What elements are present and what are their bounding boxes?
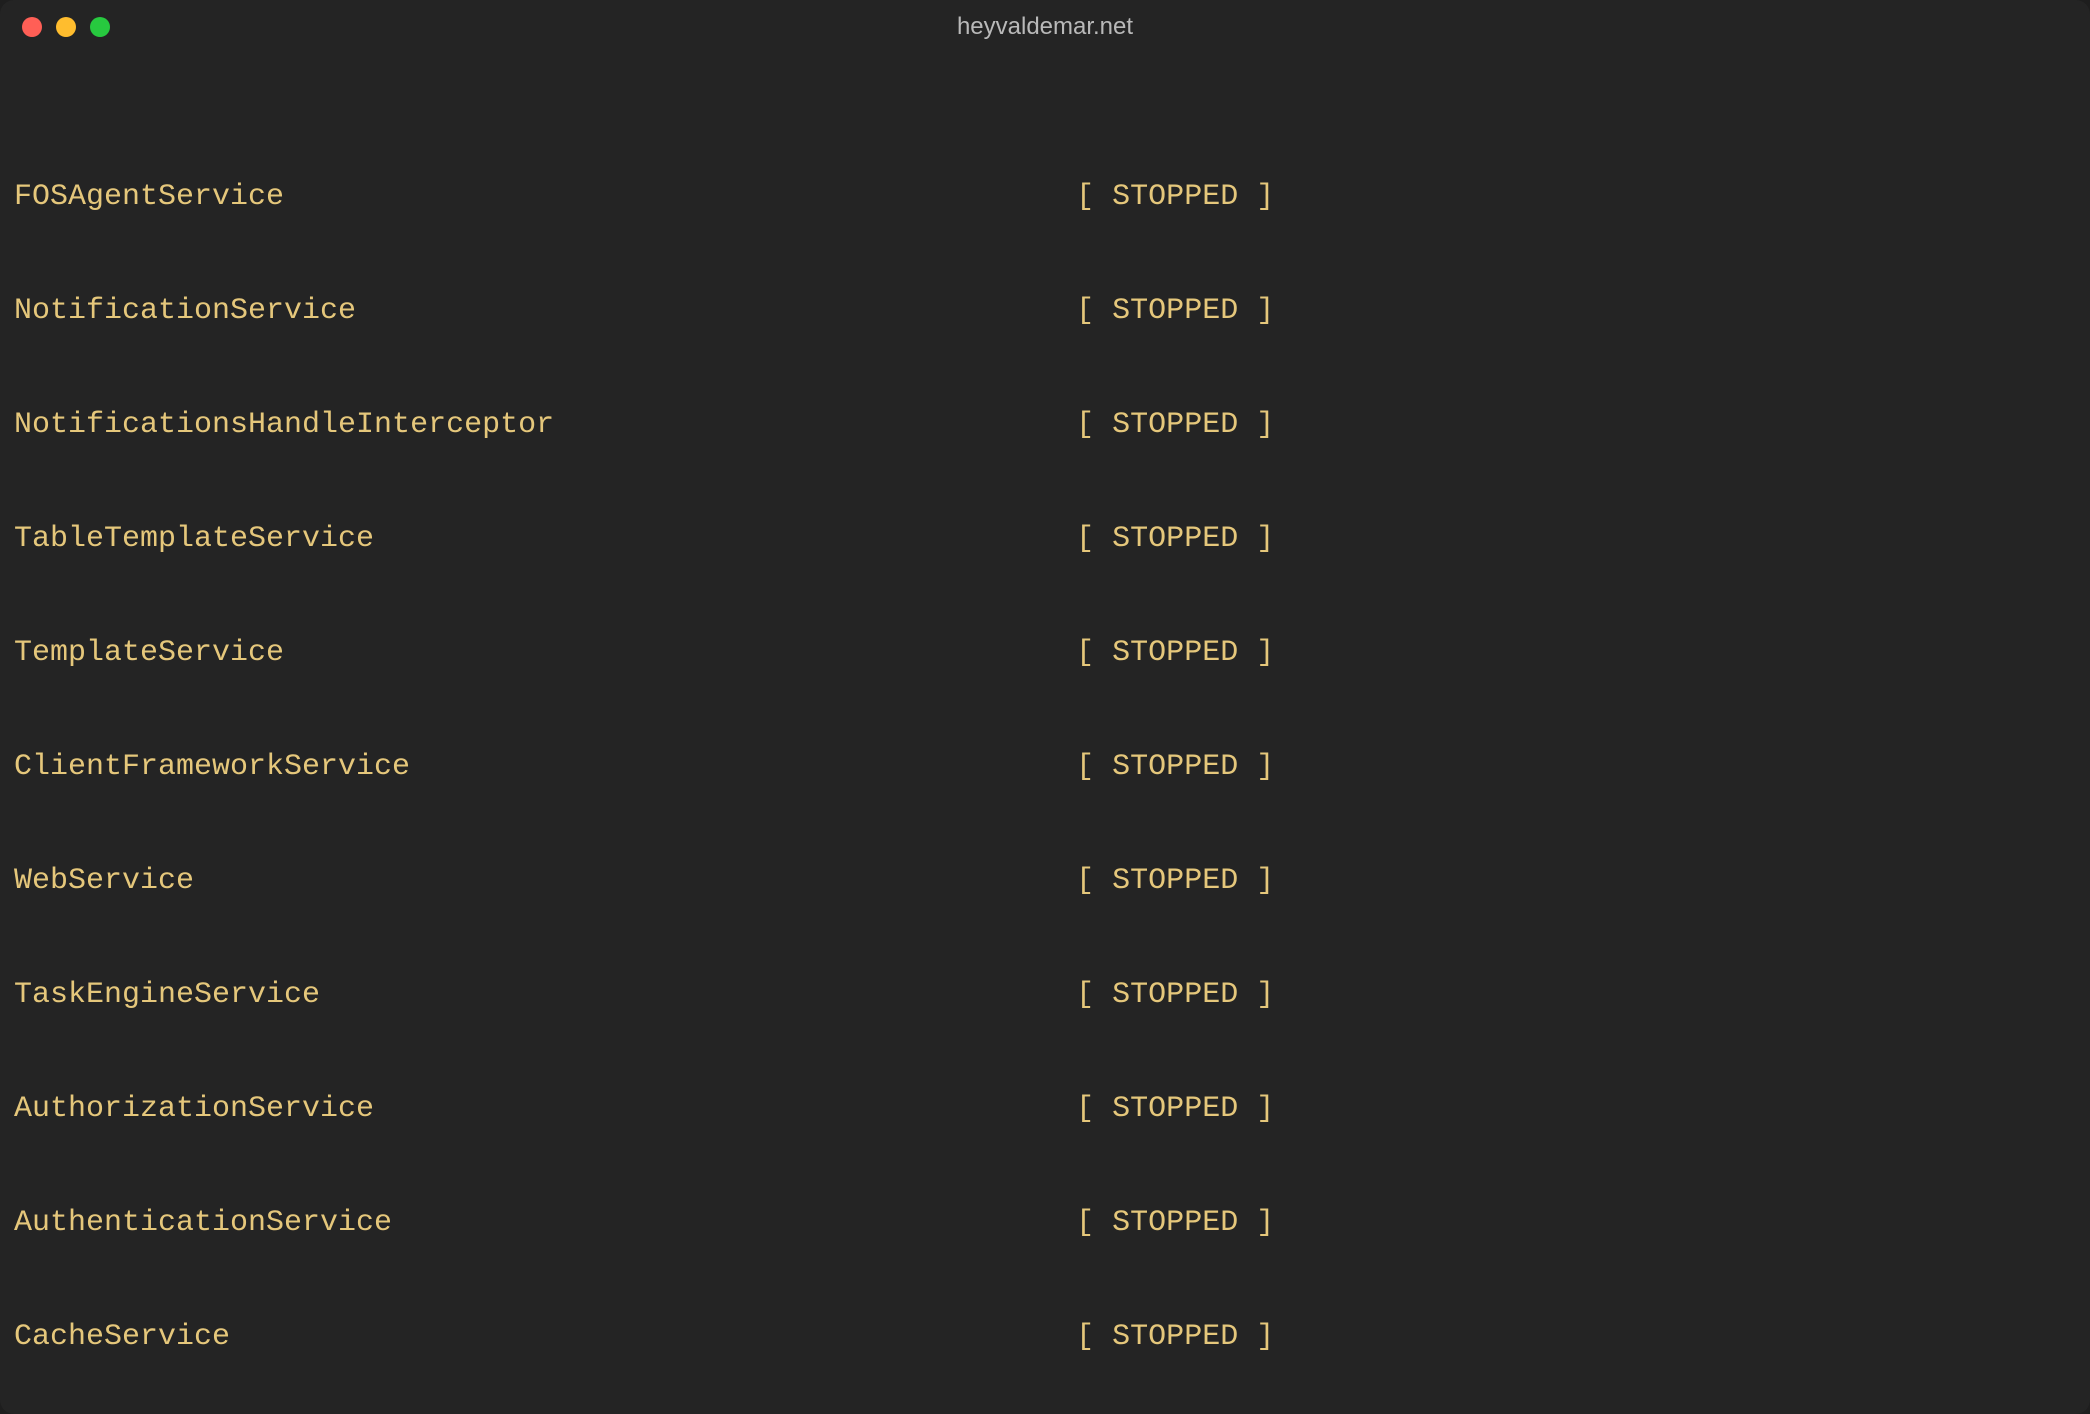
service-status: [ STOPPED ] bbox=[1076, 634, 1274, 672]
terminal-output[interactable]: FOSAgentService[ STOPPED ] NotificationS… bbox=[0, 54, 2090, 1414]
service-status-row: FOSAgentService[ STOPPED ] bbox=[14, 178, 2076, 216]
service-status: [ STOPPED ] bbox=[1076, 406, 1274, 444]
service-status: [ STOPPED ] bbox=[1076, 1090, 1274, 1128]
service-status-row: WebService[ STOPPED ] bbox=[14, 862, 2076, 900]
service-status: [ STOPPED ] bbox=[1076, 1204, 1274, 1242]
service-status-row: TaskEngineService[ STOPPED ] bbox=[14, 976, 2076, 1014]
service-status-row: AuthenticationService[ STOPPED ] bbox=[14, 1204, 2076, 1242]
service-status-row: ClientFrameworkService[ STOPPED ] bbox=[14, 748, 2076, 786]
service-status-row: CacheService[ STOPPED ] bbox=[14, 1318, 2076, 1356]
service-status-row: NotificationsHandleInterceptor[ STOPPED … bbox=[14, 406, 2076, 444]
service-status: [ STOPPED ] bbox=[1076, 520, 1274, 558]
service-status: [ STOPPED ] bbox=[1076, 976, 1274, 1014]
service-name: FOSAgentService bbox=[14, 178, 1076, 216]
window-title: heyvaldemar.net bbox=[0, 13, 2090, 41]
minimize-icon[interactable] bbox=[56, 17, 76, 37]
service-status: [ STOPPED ] bbox=[1076, 748, 1274, 786]
service-status: [ STOPPED ] bbox=[1076, 1318, 1274, 1356]
close-icon[interactable] bbox=[22, 17, 42, 37]
service-name: AuthorizationService bbox=[14, 1090, 1076, 1128]
service-status-row: NotificationService[ STOPPED ] bbox=[14, 292, 2076, 330]
service-name: AuthenticationService bbox=[14, 1204, 1076, 1242]
maximize-icon[interactable] bbox=[90, 17, 110, 37]
service-name: WebService bbox=[14, 862, 1076, 900]
service-status: [ STOPPED ] bbox=[1076, 862, 1274, 900]
service-name: NotificationService bbox=[14, 292, 1076, 330]
service-name: ClientFrameworkService bbox=[14, 748, 1076, 786]
service-status-row: TemplateService[ STOPPED ] bbox=[14, 634, 2076, 672]
terminal-window: heyvaldemar.net FOSAgentService[ STOPPED… bbox=[0, 0, 2090, 1414]
service-name: NotificationsHandleInterceptor bbox=[14, 406, 1076, 444]
service-name: TableTemplateService bbox=[14, 520, 1076, 558]
service-status-row: TableTemplateService[ STOPPED ] bbox=[14, 520, 2076, 558]
service-status: [ STOPPED ] bbox=[1076, 178, 1274, 216]
service-status-row: AuthorizationService[ STOPPED ] bbox=[14, 1090, 2076, 1128]
service-name: TaskEngineService bbox=[14, 976, 1076, 1014]
service-status: [ STOPPED ] bbox=[1076, 292, 1274, 330]
service-name: CacheService bbox=[14, 1318, 1076, 1356]
traffic-lights bbox=[22, 17, 110, 37]
service-name: TemplateService bbox=[14, 634, 1076, 672]
titlebar: heyvaldemar.net bbox=[0, 0, 2090, 54]
